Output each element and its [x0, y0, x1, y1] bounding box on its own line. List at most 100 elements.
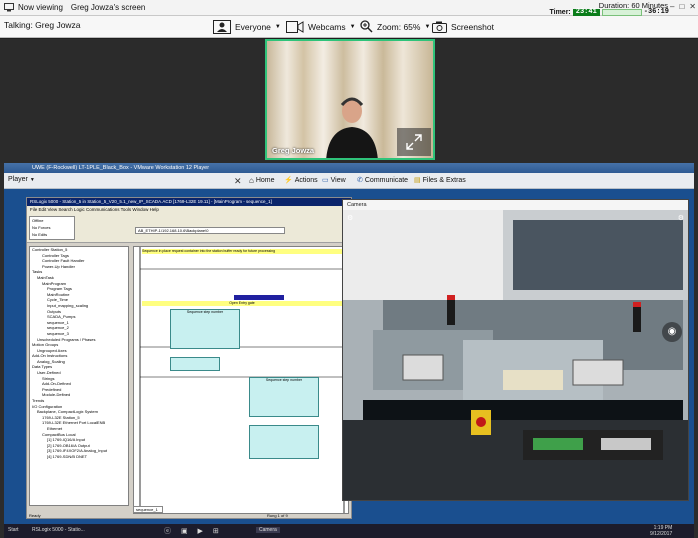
- timer-label: Timer:: [549, 8, 571, 16]
- camera-settings-icon[interactable]: ⚙: [347, 214, 353, 222]
- timer-remaining: -36:19: [643, 8, 669, 16]
- rslogix-window[interactable]: RSLogix 5000 - Station_5 in Station_5_V2…: [26, 197, 352, 519]
- clock: 1:19 PM 9/12/2017: [650, 525, 672, 537]
- home-label: Home: [255, 177, 275, 184]
- rslogix-title: RSLogix 5000 - Station_5 in Station_5_V2…: [27, 198, 351, 206]
- player-label: Player: [8, 176, 28, 183]
- remote-desktop: RSLogix 5000 - Station_5 in Station_5_V2…: [4, 189, 694, 524]
- expand-button[interactable]: [397, 128, 431, 156]
- webcam-stage: Greg Jowza: [0, 39, 698, 163]
- factory-scene: [343, 210, 688, 500]
- rung-comment-2: Open Entry gate: [142, 301, 342, 306]
- timer-progress: [601, 8, 642, 16]
- home-button[interactable]: ⌂ Home: [249, 176, 275, 185]
- session-toolbar: Talking: Greg Jowza Everyone ▼ Webcams ▼…: [0, 16, 698, 38]
- actions-icon: ⚡: [284, 177, 293, 184]
- vm-menubar: Player ▼ ✕ ⌂ Home ⚡ Actions ▭ View ✆ Communic…: [4, 173, 694, 189]
- actions-label: Actions: [294, 176, 318, 184]
- camera-icon: ◉: [667, 326, 677, 337]
- webcams-label: Webcams: [308, 21, 346, 32]
- monitor-icon: [4, 3, 14, 12]
- camera-icon: [432, 21, 447, 33]
- communicate-menu[interactable]: ✆ Communicate: [357, 176, 409, 185]
- taskbar: Start RSLogix 5000 - Statio... Camera ⓔ …: [4, 524, 694, 538]
- ie-icon[interactable]: ⓔ: [164, 528, 171, 535]
- camera-gear-icon[interactable]: ⚙: [678, 214, 684, 222]
- webcams-dropdown[interactable]: Webcams ▼: [286, 18, 356, 35]
- path-field[interactable]: AB_ETHIP-1\192.168.10.6\Backplane\0: [135, 227, 285, 234]
- folder-icon[interactable]: ▣: [181, 528, 188, 535]
- status-edits: No Edits: [32, 232, 48, 237]
- player-menu[interactable]: Player ▼: [8, 176, 35, 183]
- chevron-down-icon: ▼: [424, 23, 431, 30]
- chevron-down-icon: ▼: [274, 23, 281, 30]
- sequence-step-label-2: Sequence step number: [265, 378, 303, 382]
- capture-button[interactable]: ◉: [662, 322, 682, 342]
- expand-icon: [406, 134, 422, 150]
- home-icon: ⌂: [249, 176, 254, 185]
- webcam-tile[interactable]: Greg Jowza: [265, 39, 435, 160]
- move-block-1: Sequence step number: [170, 309, 240, 349]
- camera-title: Camera: [343, 200, 688, 210]
- controller-status: Offline No Forces No Edits: [29, 216, 75, 240]
- zoom-dropdown[interactable]: Zoom: 65% ▼: [360, 18, 430, 35]
- communicate-icon: ✆: [357, 177, 363, 184]
- chevron-down-icon: ▼: [349, 23, 356, 30]
- windows-icon[interactable]: ⊞: [213, 528, 219, 535]
- chevron-down-icon: ▼: [29, 176, 35, 183]
- start-button[interactable]: Start: [8, 527, 19, 533]
- tree-item[interactable]: [4] 1769-SDN/B DNET: [30, 454, 128, 460]
- maximize-icon[interactable]: □: [679, 2, 684, 11]
- tab-sequence-1[interactable]: sequence_1: [133, 506, 163, 513]
- rung-comment-1: Sequence in place request container into…: [142, 249, 342, 254]
- timer-block-2: [249, 425, 319, 459]
- close-session-button[interactable]: ✕: [234, 176, 242, 187]
- vm-title: UWE (F-Rockwell) LT-1PLE_Black_Box - VMw…: [4, 163, 694, 173]
- status-offline: Offline: [32, 218, 44, 223]
- rslogix-menu: File Edit View Search Logic Communicatio…: [27, 206, 351, 213]
- communicate-label: Communicate: [364, 176, 409, 184]
- start-label: Start: [8, 527, 19, 533]
- talking-indicator: Talking: Greg Jowza: [4, 20, 81, 30]
- status-forces: No Forces: [32, 225, 51, 230]
- shared-screen: UWE (F-Rockwell) LT-1PLE_Black_Box - VMw…: [0, 163, 698, 538]
- zoom-icon: [360, 20, 373, 33]
- view-label: View: [330, 176, 346, 184]
- factory-camera-feed: ◉ ⚙ ⚙: [343, 210, 688, 500]
- files-icon: ▤: [414, 177, 421, 184]
- rslogix-toolbar: Offline No Forces No Edits AB_ETHIP-1\19…: [27, 213, 351, 243]
- move-block-2: Sequence step number: [249, 377, 319, 417]
- timer-elapsed: 23:41: [572, 8, 600, 16]
- controller-organizer[interactable]: Controller Station_5 Controller Tags Contr…: [29, 246, 129, 506]
- status-rung: Rung 1 of 9: [267, 513, 288, 518]
- taskbar-app-rslogix[interactable]: RSLogix 5000 - Statio...: [32, 527, 85, 533]
- zoom-label: Zoom: 65%: [377, 21, 421, 32]
- actions-menu[interactable]: ⚡ Actions: [284, 176, 318, 185]
- people-icon: [213, 19, 231, 34]
- minimize-icon[interactable]: –: [670, 2, 674, 11]
- webcam-name: Greg Jowza: [272, 146, 315, 155]
- viewing-name: Greg Jowza's screen: [70, 3, 146, 12]
- camera-window[interactable]: Camera ◉ ⚙ ⚙: [342, 199, 689, 501]
- taskbar-app-camera[interactable]: Camera: [256, 527, 280, 533]
- taskbar-app-rslogix-label: RSLogix 5000 - Statio...: [32, 527, 85, 533]
- files-label: Files & Extras: [422, 176, 466, 184]
- viewing-label: Now viewing: [18, 3, 63, 12]
- organizer-tree: Controller Station_5 Controller Tags Contr…: [30, 247, 128, 460]
- ladder-editor[interactable]: Sequence in place request container into…: [133, 246, 349, 514]
- timer-block-1: [170, 357, 220, 371]
- view-menu[interactable]: ▭ View: [322, 176, 346, 185]
- screenshot-label: Screenshot: [451, 21, 494, 32]
- media-icon[interactable]: ▶: [198, 528, 203, 535]
- close-icon[interactable]: ✕: [689, 2, 696, 11]
- screenshot-button[interactable]: Screenshot: [432, 18, 494, 35]
- sequence-step-label: Sequence step number: [186, 310, 224, 314]
- everyone-label: Everyone: [235, 21, 271, 32]
- everyone-dropdown[interactable]: Everyone ▼: [213, 18, 281, 35]
- view-icon: ▭: [322, 177, 329, 184]
- presenter-video: [326, 97, 378, 158]
- viewing-indicator: Now viewing Greg Jowza's screen: [4, 3, 145, 12]
- files-extras-menu[interactable]: ▤ Files & Extras: [414, 176, 466, 185]
- status-ready: Ready: [29, 513, 41, 518]
- taskbar-app-camera-label: Camera: [259, 527, 277, 533]
